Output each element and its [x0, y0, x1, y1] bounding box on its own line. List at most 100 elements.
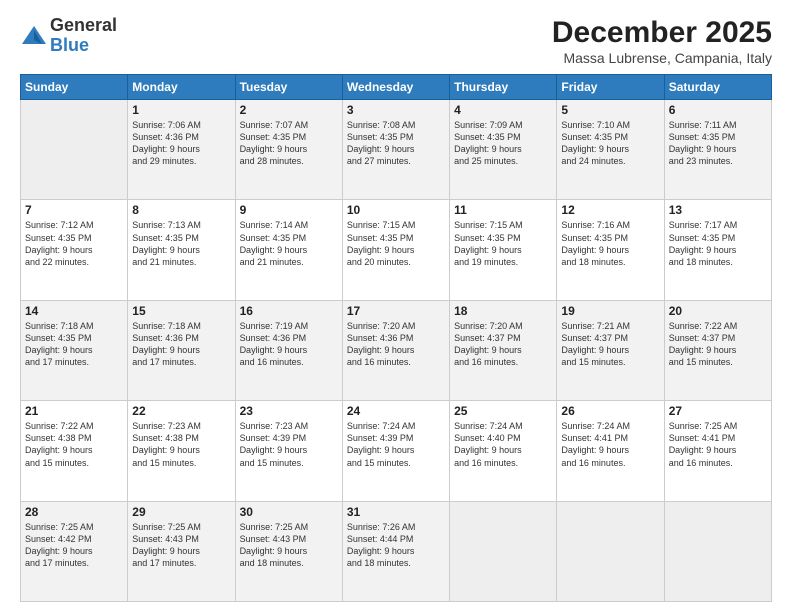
day-number: 7 — [25, 203, 123, 217]
calendar-cell: 20 Sunrise: 7:22 AM Sunset: 4:37 PM Dayli… — [664, 300, 771, 400]
calendar-cell: 4Sunrise: 7:09 AM Sunset: 4:35 PM Daylig… — [450, 100, 557, 200]
day-number: 6 — [669, 103, 767, 117]
day-info: Sunrise: 7:22 AM Sunset: 4:37 PM Dayligh… — [669, 320, 767, 369]
day-info: Sunrise: 7:08 AM Sunset: 4:35 PM Dayligh… — [347, 119, 445, 168]
day-info: Sunrise: 7:25 AM Sunset: 4:43 PM Dayligh… — [240, 521, 338, 570]
day-info: Sunrise: 7:18 AM Sunset: 4:36 PM Dayligh… — [132, 320, 230, 369]
day-info: Sunrise: 7:22 AM Sunset: 4:38 PM Dayligh… — [25, 420, 123, 469]
col-header-thursday: Thursday — [450, 75, 557, 100]
col-header-sunday: Sunday — [21, 75, 128, 100]
day-info: Sunrise: 7:25 AM Sunset: 4:43 PM Dayligh… — [132, 521, 230, 570]
calendar-cell: 2 Sunrise: 7:07 AM Sunset: 4:35 PM Daylig… — [235, 100, 342, 200]
day-number: 3 — [347, 103, 445, 117]
day-number: 14 — [25, 304, 123, 318]
day-number: 8 — [132, 203, 230, 217]
calendar-cell: 14 Sunrise: 7:18 AM Sunset: 4:35 PM Dayli… — [21, 300, 128, 400]
day-number: 24 — [347, 404, 445, 418]
calendar-cell: 8Sunrise: 7:13 AM Sunset: 4:35 PM Daylig… — [128, 200, 235, 300]
day-info: Sunrise: 7:11 AM Sunset: 4:35 PM Dayligh… — [669, 119, 767, 168]
day-number: 29 — [132, 505, 230, 519]
calendar-cell: 16 Sunrise: 7:19 AM Sunset: 4:36 PM Dayli… — [235, 300, 342, 400]
calendar-cell: 26 Sunrise: 7:24 AM Sunset: 4:41 PM Dayli… — [557, 401, 664, 501]
logo-icon — [20, 22, 48, 50]
day-info: Sunrise: 7:15 AM Sunset: 4:35 PM Dayligh… — [347, 219, 445, 268]
day-info: Sunrise: 7:25 AM Sunset: 4:42 PM Dayligh… — [25, 521, 123, 570]
day-info: Sunrise: 7:12 AM Sunset: 4:35 PM Dayligh… — [25, 219, 123, 268]
day-number: 17 — [347, 304, 445, 318]
calendar-cell: 30 Sunrise: 7:25 AM Sunset: 4:43 PM Dayli… — [235, 501, 342, 601]
day-info: Sunrise: 7:17 AM Sunset: 4:35 PM Dayligh… — [669, 219, 767, 268]
calendar-week-row: 21 Sunrise: 7:22 AM Sunset: 4:38 PM Dayli… — [21, 401, 772, 501]
day-number: 20 — [669, 304, 767, 318]
calendar-week-row: 1 Sunrise: 7:06 AM Sunset: 4:36 PM Daylig… — [21, 100, 772, 200]
col-header-wednesday: Wednesday — [342, 75, 449, 100]
calendar-cell: 6 Sunrise: 7:11 AM Sunset: 4:35 PM Daylig… — [664, 100, 771, 200]
logo-general: General — [50, 16, 117, 36]
day-number: 23 — [240, 404, 338, 418]
day-number: 2 — [240, 103, 338, 117]
calendar-cell: 28 Sunrise: 7:25 AM Sunset: 4:42 PM Dayli… — [21, 501, 128, 601]
day-number: 4 — [454, 103, 552, 117]
day-number: 5 — [561, 103, 659, 117]
header: General Blue December 2025 Massa Lubrens… — [20, 16, 772, 66]
day-number: 16 — [240, 304, 338, 318]
calendar-cell: 17 Sunrise: 7:20 AM Sunset: 4:36 PM Dayli… — [342, 300, 449, 400]
calendar-table: SundayMondayTuesdayWednesdayThursdayFrid… — [20, 74, 772, 602]
day-info: Sunrise: 7:14 AM Sunset: 4:35 PM Dayligh… — [240, 219, 338, 268]
calendar-cell: 9Sunrise: 7:14 AM Sunset: 4:35 PM Daylig… — [235, 200, 342, 300]
calendar-cell: 12Sunrise: 7:16 AM Sunset: 4:35 PM Dayli… — [557, 200, 664, 300]
calendar-week-row: 28 Sunrise: 7:25 AM Sunset: 4:42 PM Dayli… — [21, 501, 772, 601]
col-header-tuesday: Tuesday — [235, 75, 342, 100]
day-number: 22 — [132, 404, 230, 418]
day-info: Sunrise: 7:24 AM Sunset: 4:41 PM Dayligh… — [561, 420, 659, 469]
day-info: Sunrise: 7:15 AM Sunset: 4:35 PM Dayligh… — [454, 219, 552, 268]
day-info: Sunrise: 7:20 AM Sunset: 4:36 PM Dayligh… — [347, 320, 445, 369]
calendar-cell: 24 Sunrise: 7:24 AM Sunset: 4:39 PM Dayli… — [342, 401, 449, 501]
calendar-cell — [21, 100, 128, 200]
day-info: Sunrise: 7:19 AM Sunset: 4:36 PM Dayligh… — [240, 320, 338, 369]
calendar-cell: 11 Sunrise: 7:15 AM Sunset: 4:35 PM Dayli… — [450, 200, 557, 300]
logo: General Blue — [20, 16, 117, 56]
col-header-saturday: Saturday — [664, 75, 771, 100]
calendar-cell: 22 Sunrise: 7:23 AM Sunset: 4:38 PM Dayli… — [128, 401, 235, 501]
calendar-cell: 7 Sunrise: 7:12 AM Sunset: 4:35 PM Daylig… — [21, 200, 128, 300]
calendar-cell — [664, 501, 771, 601]
calendar-cell: 15Sunrise: 7:18 AM Sunset: 4:36 PM Dayli… — [128, 300, 235, 400]
logo-text: General Blue — [50, 16, 117, 56]
calendar-cell: 18 Sunrise: 7:20 AM Sunset: 4:37 PM Dayli… — [450, 300, 557, 400]
calendar-week-row: 7 Sunrise: 7:12 AM Sunset: 4:35 PM Daylig… — [21, 200, 772, 300]
day-number: 1 — [132, 103, 230, 117]
day-number: 30 — [240, 505, 338, 519]
day-info: Sunrise: 7:23 AM Sunset: 4:38 PM Dayligh… — [132, 420, 230, 469]
calendar-cell: 23 Sunrise: 7:23 AM Sunset: 4:39 PM Dayli… — [235, 401, 342, 501]
calendar-cell: 25Sunrise: 7:24 AM Sunset: 4:40 PM Dayli… — [450, 401, 557, 501]
calendar-cell: 10 Sunrise: 7:15 AM Sunset: 4:35 PM Dayli… — [342, 200, 449, 300]
day-info: Sunrise: 7:07 AM Sunset: 4:35 PM Dayligh… — [240, 119, 338, 168]
day-number: 11 — [454, 203, 552, 217]
day-number: 28 — [25, 505, 123, 519]
calendar-header-row: SundayMondayTuesdayWednesdayThursdayFrid… — [21, 75, 772, 100]
calendar-week-row: 14 Sunrise: 7:18 AM Sunset: 4:35 PM Dayli… — [21, 300, 772, 400]
day-number: 21 — [25, 404, 123, 418]
calendar-cell: 21 Sunrise: 7:22 AM Sunset: 4:38 PM Dayli… — [21, 401, 128, 501]
day-info: Sunrise: 7:24 AM Sunset: 4:40 PM Dayligh… — [454, 420, 552, 469]
calendar-cell: 3 Sunrise: 7:08 AM Sunset: 4:35 PM Daylig… — [342, 100, 449, 200]
title-section: December 2025 Massa Lubrense, Campania, … — [552, 16, 772, 66]
calendar-cell: 13Sunrise: 7:17 AM Sunset: 4:35 PM Dayli… — [664, 200, 771, 300]
day-info: Sunrise: 7:06 AM Sunset: 4:36 PM Dayligh… — [132, 119, 230, 168]
day-info: Sunrise: 7:24 AM Sunset: 4:39 PM Dayligh… — [347, 420, 445, 469]
logo-blue: Blue — [50, 36, 117, 56]
day-info: Sunrise: 7:25 AM Sunset: 4:41 PM Dayligh… — [669, 420, 767, 469]
day-number: 18 — [454, 304, 552, 318]
day-number: 10 — [347, 203, 445, 217]
calendar-cell: 27 Sunrise: 7:25 AM Sunset: 4:41 PM Dayli… — [664, 401, 771, 501]
col-header-monday: Monday — [128, 75, 235, 100]
day-number: 27 — [669, 404, 767, 418]
day-info: Sunrise: 7:23 AM Sunset: 4:39 PM Dayligh… — [240, 420, 338, 469]
day-info: Sunrise: 7:20 AM Sunset: 4:37 PM Dayligh… — [454, 320, 552, 369]
day-info: Sunrise: 7:10 AM Sunset: 4:35 PM Dayligh… — [561, 119, 659, 168]
day-info: Sunrise: 7:18 AM Sunset: 4:35 PM Dayligh… — [25, 320, 123, 369]
calendar-cell: 29 Sunrise: 7:25 AM Sunset: 4:43 PM Dayli… — [128, 501, 235, 601]
day-number: 26 — [561, 404, 659, 418]
day-info: Sunrise: 7:26 AM Sunset: 4:44 PM Dayligh… — [347, 521, 445, 570]
